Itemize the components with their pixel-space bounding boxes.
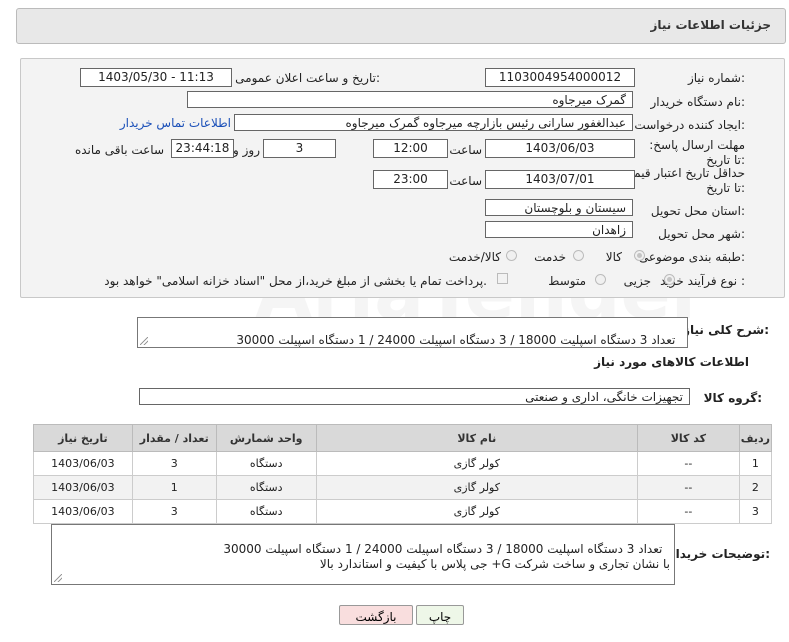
category-radio-service[interactable]: [573, 250, 584, 261]
creator-label: ایجاد کننده درخواست:: [634, 118, 745, 132]
deadline-date-field[interactable]: 1403/06/03: [485, 139, 635, 158]
buyer-notes-label: توضیحات خریدار:: [668, 547, 770, 561]
city-label: شهر محل تحویل:: [658, 227, 745, 241]
cell-name: کولر گازی: [315, 451, 638, 476]
resize-handle-icon[interactable]: [140, 337, 148, 345]
col-name: نام کالا: [315, 424, 638, 452]
cell-date: 1403/06/03: [33, 475, 133, 500]
buyer-notes-textarea[interactable]: تعداد 3 دستگاه اسپلیت 18000 / 3 دستگاه ا…: [51, 524, 675, 585]
category-label: طبقه بندی موضوعی:: [638, 250, 745, 264]
cell-date: 1403/06/03: [33, 499, 133, 524]
cell-row: 2: [738, 475, 773, 500]
cell-qty: 3: [131, 499, 217, 524]
need-number-field[interactable]: 1103004954000012: [485, 68, 635, 87]
days-field[interactable]: 3: [263, 139, 336, 158]
city-field[interactable]: زاهدان: [485, 221, 633, 238]
print-button[interactable]: چاپ: [416, 605, 464, 625]
col-unit: واحد شمارش: [215, 424, 317, 452]
deadline-label: مهلت ارسال پاسخ: تا تاریخ:: [649, 138, 745, 167]
cell-row: 1: [738, 451, 773, 476]
validity-time-field[interactable]: 23:00: [373, 170, 448, 189]
category-radio-goods-service[interactable]: [506, 250, 517, 261]
page-title: جزئیات اطلاعات نیاز: [650, 18, 771, 32]
table-row[interactable]: 1 -- کولر گازی دستگاه 3 1403/06/03: [33, 451, 773, 476]
buyer-notes-text: تعداد 3 دستگاه اسپلیت 18000 / 3 دستگاه ا…: [223, 542, 670, 571]
cell-qty: 3: [131, 451, 217, 476]
purchase-radio-medium[interactable]: [595, 274, 606, 285]
category-radio-goods[interactable]: [634, 250, 645, 261]
cell-code: --: [636, 499, 740, 524]
need-number-label: شماره نیاز:: [687, 71, 745, 85]
cell-code: --: [636, 451, 740, 476]
deadline-time-label: ساعت: [449, 143, 482, 157]
category-option-goods-service: کالا/خدمت: [448, 250, 501, 264]
validity-time-label: ساعت: [449, 174, 482, 188]
province-field[interactable]: سیستان و بلوچستان: [485, 199, 633, 216]
deadline-time-field[interactable]: 12:00: [373, 139, 448, 158]
goods-table-header: ردیف کد کالا نام کالا واحد شمارش تعداد /…: [33, 424, 773, 452]
goods-group-field[interactable]: تجهیزات خانگی، اداری و صنعتی: [139, 388, 690, 405]
buyer-org-label: نام دستگاه خریدار:: [650, 95, 746, 109]
resize-handle-icon[interactable]: [54, 574, 62, 582]
validity-date-field[interactable]: 1403/07/01: [485, 170, 635, 189]
category-option-goods: کالا: [605, 250, 622, 264]
col-row: ردیف: [738, 424, 773, 452]
remaining-time-field[interactable]: 23:44:18: [171, 139, 234, 158]
col-qty: تعداد / مقدار: [131, 424, 217, 452]
province-label: استان محل تحویل:: [650, 204, 745, 218]
days-label: روز و: [233, 143, 260, 157]
cell-date: 1403/06/03: [33, 451, 133, 476]
announce-label: تاریخ و ساعت اعلان عمومی:: [235, 71, 380, 85]
cell-qty: 1: [131, 475, 217, 500]
table-row[interactable]: 3 -- کولر گازی دستگاه 3 1403/06/03: [33, 499, 773, 524]
cell-unit: دستگاه: [215, 451, 317, 476]
cell-row: 3: [738, 499, 773, 524]
cell-name: کولر گازی: [315, 475, 638, 500]
purchase-option-medium: متوسط: [548, 274, 586, 288]
category-option-service: خدمت: [534, 250, 566, 264]
creator-field[interactable]: عبدالغفور سارانی رئیس بازارچه میرجاوه گم…: [234, 114, 633, 131]
col-code: کد کالا: [636, 424, 740, 452]
cell-code: --: [636, 475, 740, 500]
table-row[interactable]: 2 -- کولر گازی دستگاه 1 1403/06/03: [33, 475, 773, 500]
cell-name: کولر گازی: [315, 499, 638, 524]
remaining-label: ساعت باقی مانده: [74, 143, 164, 157]
goods-group-label: گروه کالا:: [703, 391, 762, 405]
summary-textarea[interactable]: تعداد 3 دستگاه اسپلیت 18000 / 3 دستگاه ا…: [137, 317, 688, 348]
treasury-payment-checkbox[interactable]: [497, 273, 508, 284]
cell-unit: دستگاه: [215, 499, 317, 524]
summary-label: شرح کلی نیاز:: [683, 323, 769, 337]
treasury-payment-note: پرداخت تمام یا بخشی از مبلغ خرید،از محل …: [104, 274, 487, 288]
cell-unit: دستگاه: [215, 475, 317, 500]
buyer-contact-link[interactable]: اطلاعات تماس خریدار: [120, 116, 231, 130]
back-button[interactable]: بازگشت: [339, 605, 413, 625]
goods-table: ردیف کد کالا نام کالا واحد شمارش تعداد /…: [33, 424, 773, 524]
header-bar: جزئیات اطلاعات نیاز: [16, 8, 786, 44]
purchase-radio-minor[interactable]: [664, 274, 675, 285]
goods-section-title: اطلاعات کالاهای مورد نیاز: [594, 355, 749, 369]
summary-text: تعداد 3 دستگاه اسپلیت 18000 / 3 دستگاه ا…: [236, 333, 676, 347]
announce-field[interactable]: 1403/05/30 - 11:13: [80, 68, 232, 87]
buyer-org-field[interactable]: گمرک میرجاوه: [187, 91, 633, 108]
purchase-option-minor: جزیی: [623, 274, 651, 288]
col-date: تاریخ نیاز: [33, 424, 133, 452]
